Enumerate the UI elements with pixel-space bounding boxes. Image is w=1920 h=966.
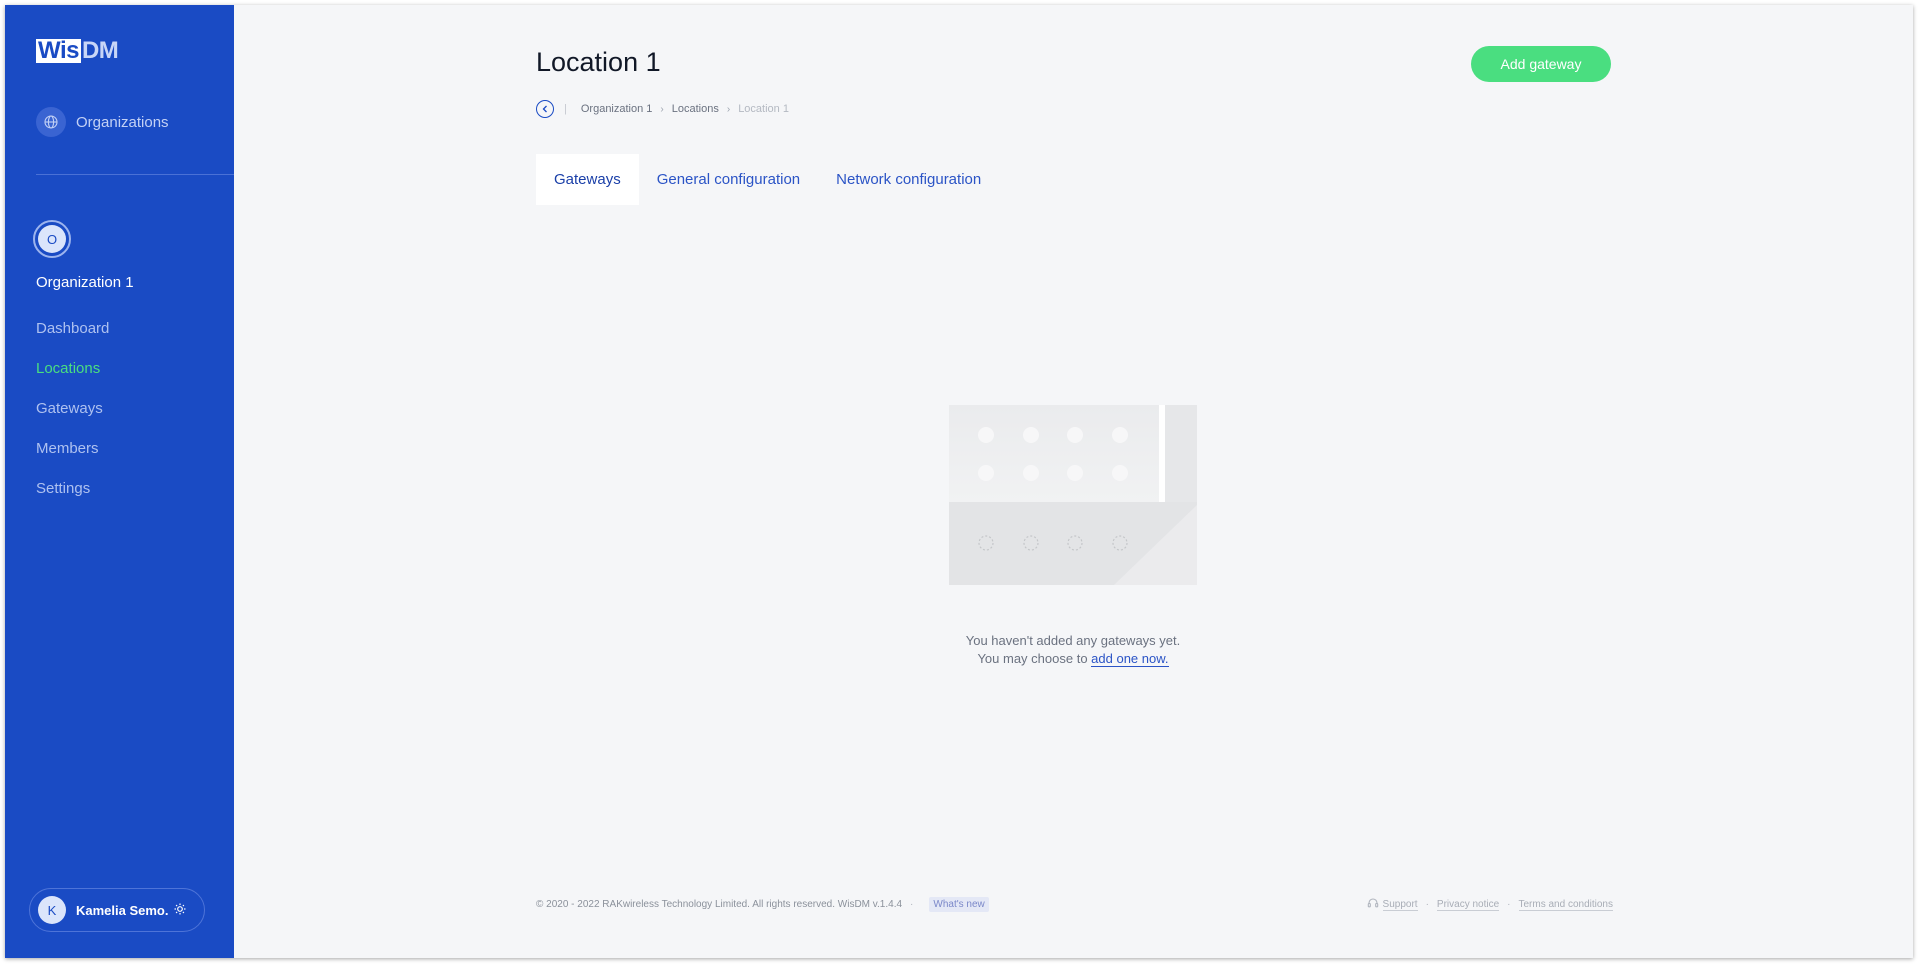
sidebar-nav: Dashboard Locations Gateways Members Set… [36,317,109,517]
org-name: Organization 1 [36,274,134,291]
sidebar: Wis DM Organizations O Organization 1 Da… [5,5,234,958]
sidebar-divider [36,174,234,175]
tab-general-configuration[interactable]: General configuration [639,154,818,205]
footer-right: Support · Privacy notice · Terms and con… [1367,897,1613,912]
support-link[interactable]: Support [1382,899,1418,911]
chevron-right-icon: › [726,103,731,115]
user-menu[interactable]: K Kamelia Semo... [29,888,205,932]
tab-bar: Gateways General configuration Network c… [536,154,999,205]
globe-icon [36,107,66,137]
sidebar-item-dashboard[interactable]: Dashboard [36,317,109,357]
chevron-right-icon: › [660,103,664,115]
org-avatar-letter: O [38,225,66,253]
back-button[interactable] [536,100,554,118]
user-avatar: K [38,896,66,924]
empty-state-line2: You may choose to add one now. [865,650,1281,668]
empty-gateway-illustration [949,405,1197,585]
footer-separator: · [1425,899,1429,910]
sun-icon[interactable] [174,902,186,918]
empty-state-message: You haven't added any gateways yet. You … [865,632,1281,668]
headset-icon [1367,897,1379,912]
chevron-left-icon [542,105,547,113]
add-gateway-button[interactable]: Add gateway [1471,46,1611,82]
empty-state-line1: You haven't added any gateways yet. [965,633,1181,648]
organizations-label: Organizations [76,113,169,131]
breadcrumb-locations[interactable]: Locations [672,103,719,115]
add-one-now-link[interactable]: add one now. [1091,651,1169,667]
breadcrumb-current: Location 1 [738,103,789,115]
sidebar-item-members[interactable]: Members [36,437,109,477]
whats-new-link[interactable]: What's new [929,897,989,912]
org-avatar[interactable]: O [33,220,71,258]
sidebar-item-gateways[interactable]: Gateways [36,397,109,437]
privacy-notice-link[interactable]: Privacy notice [1436,899,1500,911]
breadcrumb: | Organization 1 › Locations › Location … [536,100,789,118]
organizations-link[interactable]: Organizations [36,107,169,137]
footer-left: © 2020 - 2022 RAKwireless Technology Lim… [536,897,989,912]
terms-link[interactable]: Terms and conditions [1518,899,1613,911]
footer-copyright: © 2020 - 2022 RAKwireless Technology Lim… [536,899,903,910]
tab-network-configuration[interactable]: Network configuration [818,154,999,205]
sidebar-item-locations[interactable]: Locations [36,357,109,397]
empty-state-line2-prefix: You may choose to [977,651,1092,666]
tab-gateways[interactable]: Gateways [536,154,639,205]
logo-dm: DM [81,37,119,64]
footer-separator: · [910,899,914,910]
logo-wis: Wis [36,37,81,64]
breadcrumb-separator: | [564,103,567,115]
app-window: Wis DM Organizations O Organization 1 Da… [5,5,1913,958]
page-title: Location 1 [536,47,661,77]
sidebar-item-settings[interactable]: Settings [36,477,109,517]
breadcrumb-organization[interactable]: Organization 1 [581,103,653,115]
wisdm-logo[interactable]: Wis DM [36,37,119,64]
footer-separator: · [1507,899,1511,910]
user-name: Kamelia Semo... [76,902,168,918]
